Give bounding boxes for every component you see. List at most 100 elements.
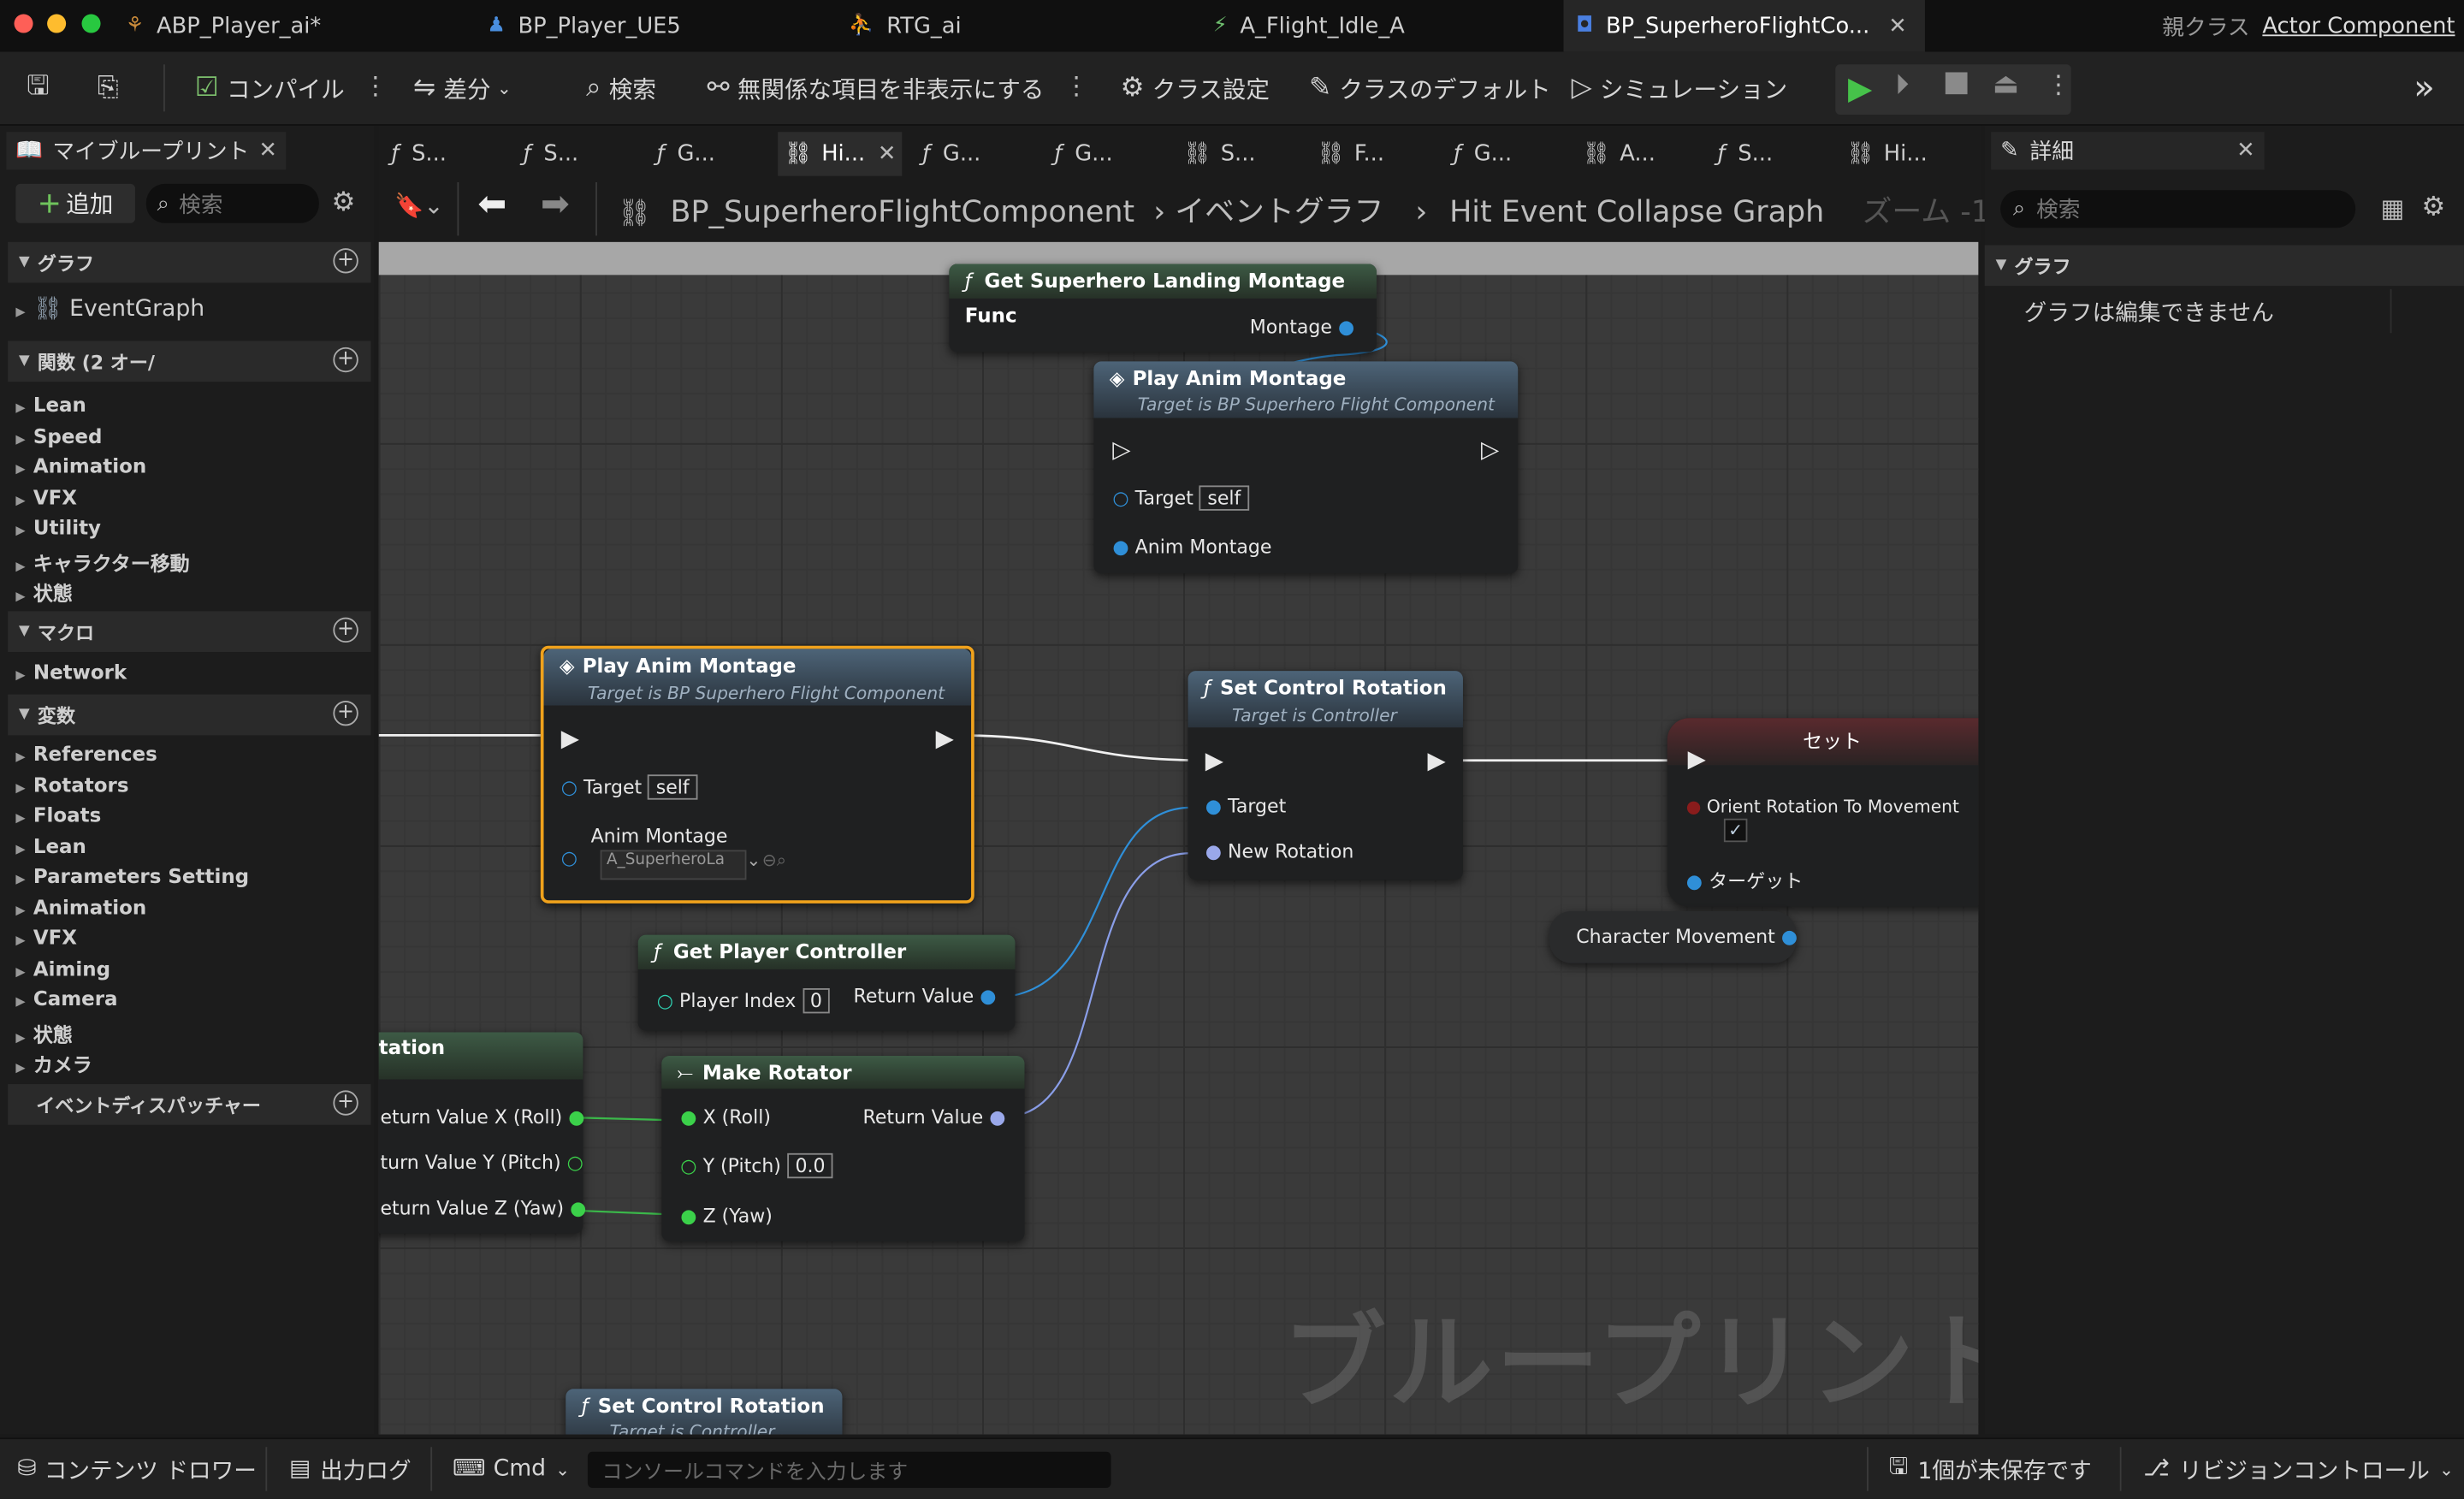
list-item[interactable]: ▶ Speed <box>15 424 102 448</box>
forward-arrow-icon[interactable]: ➡ <box>541 186 570 225</box>
tab-graph-active[interactable]: ⛓ Hi... ✕ <box>778 132 903 176</box>
pin-z-yaw[interactable]: ● Z (Yaw) <box>680 1205 773 1227</box>
add-variable-icon[interactable]: + <box>333 700 358 726</box>
doc-tab-superhero-flight[interactable]: ◘ BP_SuperheroFlightCo... ✕ <box>1563 0 1925 52</box>
pin-orient-rotation[interactable]: ● Orient Rotation To Movement <box>1686 797 1959 817</box>
pin-montage-out[interactable]: Montage ● <box>1250 316 1354 338</box>
pin-return-x[interactable]: eturn Value X (Roll) ● <box>380 1106 584 1129</box>
parent-class-link[interactable]: Actor Component <box>2262 14 2455 39</box>
tab-graph[interactable]: ⛓ S... <box>1183 132 1256 175</box>
list-item-eventgraph[interactable]: ▶ ⛓ EventGraph <box>15 295 204 322</box>
hide-unrelated-button[interactable]: ⚯ 無関係な項目を非表示にする <box>708 52 1045 124</box>
add-function-icon[interactable]: + <box>333 347 358 373</box>
save-button[interactable]: 🖫 <box>27 52 57 124</box>
pin-return-value[interactable]: Return Value ● <box>854 985 997 1007</box>
list-item[interactable]: ▶ 状態 <box>15 577 72 607</box>
list-item[interactable]: ▶ Utility <box>15 515 101 539</box>
pin-target[interactable]: ○ Target self <box>561 774 697 800</box>
pin-target[interactable]: ○ Target self <box>1112 485 1249 511</box>
close-tab-icon[interactable]: ✕ <box>1888 14 1907 39</box>
node-play-anim-montage-selected[interactable]: ◈ Play Anim Montage Target is BP Superher… <box>540 645 974 904</box>
my-blueprint-search-input[interactable]: ⌕ 検索 <box>145 183 319 223</box>
add-dispatcher-icon[interactable]: + <box>333 1090 358 1116</box>
tab-graph[interactable]: ƒ G... <box>1054 132 1112 175</box>
list-item[interactable]: ▶ References <box>15 742 157 766</box>
details-search-input[interactable]: ⌕ 検索 <box>2000 190 2356 228</box>
list-item[interactable]: ▶ カメラ <box>15 1048 92 1078</box>
simulation-button[interactable]: ▷ シミュレーション <box>1572 52 1788 124</box>
doc-tab-bp-player[interactable]: ♟ BP_Player_UE5 <box>487 0 817 52</box>
pin-rotator-return[interactable]: Return Value ● <box>863 1106 1006 1129</box>
table-view-icon[interactable]: ▦ <box>2381 193 2405 223</box>
pin-return-z[interactable]: eturn Value Z (Yaw) ● <box>380 1197 586 1219</box>
maximize-window-button[interactable] <box>81 14 101 33</box>
details-section-graph[interactable]: ▼ グラフ <box>1984 245 2464 287</box>
section-variables[interactable]: ▼ 変数 + <box>8 694 371 736</box>
list-item[interactable]: ▶ Lean <box>15 834 86 858</box>
browse-button[interactable]: ⎘ <box>98 52 127 124</box>
content-drawer-button[interactable]: ⛁ コンテンツ ドロワー <box>17 1439 257 1499</box>
pin-y-pitch[interactable]: ○ Y (Pitch) 0.0 <box>680 1152 833 1179</box>
list-item[interactable]: ▶ VFX <box>15 926 77 950</box>
list-item[interactable]: ▶ Lean <box>15 393 86 417</box>
list-item[interactable]: ▶ 状態 <box>15 1018 72 1048</box>
tab-graph[interactable]: ƒ S... <box>524 132 579 175</box>
pin-x-roll[interactable]: ● X (Roll) <box>680 1106 771 1129</box>
play-options-icon[interactable]: ⋮ <box>2046 69 2070 99</box>
tab-graph[interactable]: ƒ S... <box>391 132 447 175</box>
eject-icon[interactable]: ⏏ <box>1993 68 2019 101</box>
close-tab-icon[interactable]: ✕ <box>878 141 897 166</box>
add-button[interactable]: ＋追加 <box>15 183 135 223</box>
close-panel-icon[interactable]: ✕ <box>258 139 277 163</box>
doc-tab-abp-player[interactable]: ⚘ ABP_Player_ai* <box>126 0 456 52</box>
graph-canvas[interactable]: ƒ Get Superhero Landing Montage Func Mont… <box>378 241 1979 1435</box>
revision-control-button[interactable]: ⎇ リビジョンコントロール ⌄ <box>2143 1439 2454 1499</box>
doc-tab-flight-idle[interactable]: ⚡ A_Flight_Idle_A <box>1213 0 1543 52</box>
exec-in-pin[interactable]: ▶ <box>1688 744 1706 773</box>
breadcrumb-asset[interactable]: BP_SuperheroFlightComponent <box>671 195 1135 229</box>
node-set-variable[interactable]: セット ▶ ● Orient Rotation To Movement ✓ ● … <box>1667 718 1979 907</box>
cmd-dropdown[interactable]: ⌨ Cmd ⌄ <box>453 1439 570 1499</box>
minimize-window-button[interactable] <box>47 14 67 33</box>
hide-options-icon[interactable]: ⋮ <box>1063 71 1088 101</box>
close-panel-icon[interactable]: ✕ <box>2236 139 2255 163</box>
use-selected-icon[interactable]: ⊖⌕ <box>762 850 786 872</box>
stop-icon[interactable] <box>1945 72 1968 95</box>
gear-icon[interactable]: ⚙ <box>332 187 356 219</box>
node-play-anim-montage-top[interactable]: ◈ Play Anim Montage Target is BP Superher… <box>1093 361 1519 574</box>
list-item[interactable]: ▶ Floats <box>15 803 101 827</box>
output-log-button[interactable]: ▤ 出力ログ <box>289 1439 412 1499</box>
pin-target[interactable]: ● Target <box>1205 795 1286 817</box>
node-break-rotator-partial[interactable]: tation eturn Value X (Roll) ● turn Value… <box>378 1032 586 1234</box>
pin-character-movement[interactable]: Character Movement ● <box>1576 926 1798 948</box>
pin-new-rotation[interactable]: ● New Rotation <box>1205 840 1354 862</box>
list-item[interactable]: ▶ Rotators <box>15 773 128 797</box>
compile-options-icon[interactable]: ⋮ <box>363 71 388 101</box>
console-command-input[interactable]: コンソールコマンドを入力します <box>587 1451 1111 1488</box>
bookmark-icon[interactable]: 🔖⌄ <box>394 192 443 220</box>
tab-graph[interactable]: ⛓ F... <box>1317 132 1384 175</box>
breadcrumb-graph[interactable]: イベントグラフ <box>1175 195 1383 229</box>
exec-in-pin[interactable]: ▷ <box>1112 435 1130 464</box>
exec-out-pin[interactable]: ▷ <box>1481 435 1499 464</box>
close-window-button[interactable] <box>14 14 33 33</box>
step-icon[interactable]: ⏵ <box>1895 69 1910 103</box>
add-macro-icon[interactable]: + <box>333 617 358 643</box>
orient-rotation-checkbox[interactable]: ✓ <box>1723 818 1748 843</box>
pin-return-y[interactable]: turn Value Y (Pitch) ○ <box>380 1152 583 1174</box>
list-item[interactable]: ▶ キャラクター移動 <box>15 547 189 577</box>
list-item[interactable]: ▶ Camera <box>15 986 117 1010</box>
tab-graph[interactable]: ƒ S... <box>1718 132 1774 175</box>
add-graph-icon[interactable]: + <box>333 248 358 274</box>
node-make-rotator[interactable]: ⤚ Make Rotator ● X (Roll) Return Value ● … <box>661 1055 1025 1241</box>
section-macros[interactable]: ▼ マクロ + <box>8 611 371 653</box>
tab-graph[interactable]: ƒ G... <box>1454 132 1512 175</box>
list-item[interactable]: ▶ VFX <box>15 485 77 509</box>
list-item[interactable]: ▶ Animation <box>15 454 146 478</box>
unsaved-indicator[interactable]: 🖫 1個が未保存です <box>1889 1439 2092 1499</box>
tab-details[interactable]: ✎ 詳細 ✕ <box>1991 132 2265 170</box>
section-functions[interactable]: ▼ 関数 (2 オー/+ <box>8 341 371 382</box>
tab-graph[interactable]: ⛓ Hi... <box>1846 132 1928 175</box>
pin-anim-montage[interactable]: ● Anim Montage <box>1112 536 1271 558</box>
list-item[interactable]: ▶ Aiming <box>15 957 110 981</box>
